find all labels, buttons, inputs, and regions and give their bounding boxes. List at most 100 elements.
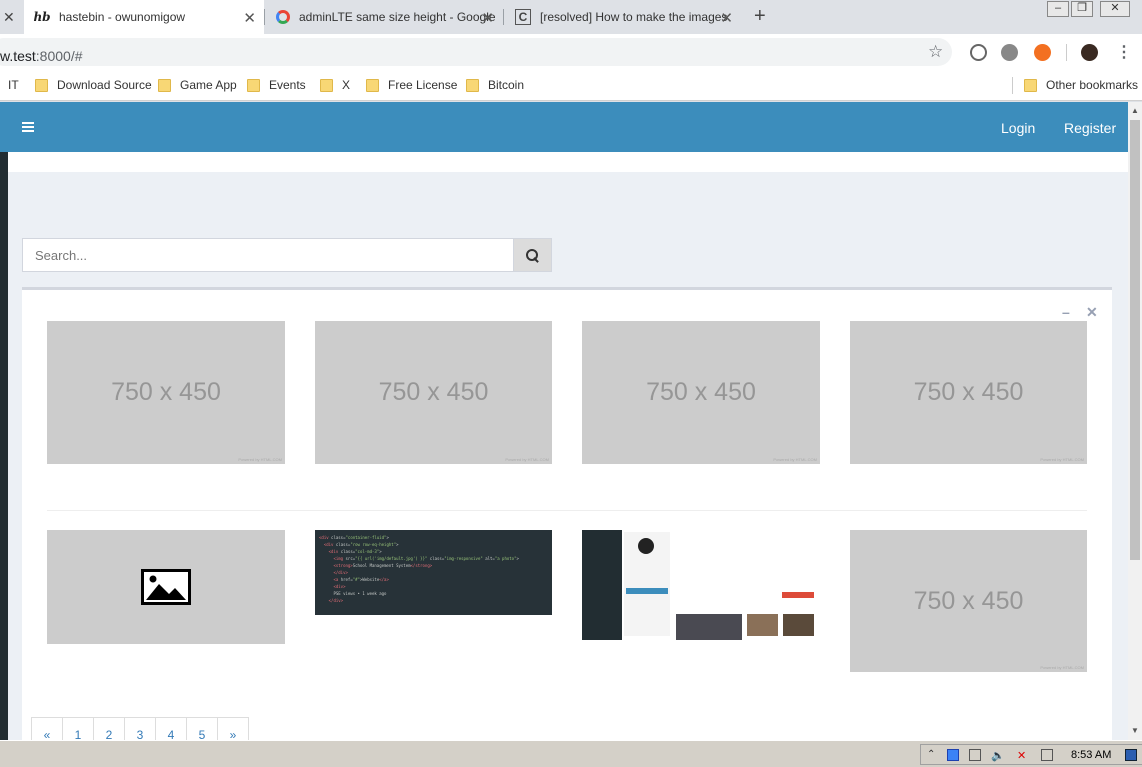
collapse-icon[interactable]: –: [1062, 304, 1070, 320]
gallery-image[interactable]: 750 x 450 Powered by HTML.COM: [850, 530, 1087, 672]
restore-icon[interactable]: ❐: [1071, 1, 1093, 17]
new-tab-icon[interactable]: +: [754, 5, 766, 28]
gallery-image[interactable]: 750 x 450 Powered by HTML.COM: [47, 321, 285, 464]
page-1[interactable]: 1: [62, 717, 94, 740]
screenshot-sidebar: [582, 530, 622, 640]
page-2[interactable]: 2: [93, 717, 125, 740]
extension-film-icon[interactable]: [1001, 44, 1018, 61]
windows-taskbar: ⌃ 🔈 ✕ 8:53 AM: [0, 740, 1142, 767]
tray-device-icon[interactable]: [969, 749, 981, 761]
powered-by: Powered by HTML.COM: [1040, 665, 1084, 670]
other-bookmarks[interactable]: Other bookmarks: [1024, 78, 1138, 92]
bookmark-game-app[interactable]: Game App: [158, 78, 237, 92]
code-screenshot-image[interactable]: <div class="container-fluid"> <div class…: [315, 530, 552, 615]
close-box-icon[interactable]: ✕: [1086, 304, 1098, 321]
minimize-icon[interactable]: –: [1047, 1, 1069, 17]
tray-app-icon[interactable]: [947, 749, 959, 761]
bookmark-label: Events: [269, 78, 306, 92]
powered-by: Powered by HTML.COM: [1040, 457, 1084, 462]
dashboard-screenshot-image[interactable]: [582, 530, 820, 640]
close-tab-icon[interactable]: ✕: [481, 9, 494, 27]
bookmark-events[interactable]: Events: [247, 78, 306, 92]
page-scrollbar[interactable]: ▲ ▼: [1128, 102, 1142, 740]
page-next[interactable]: »: [217, 717, 249, 740]
placeholder-text: 750 x 450: [111, 378, 221, 406]
bookmark-bitcoin[interactable]: Bitcoin: [466, 78, 524, 92]
register-link[interactable]: Register: [1064, 120, 1116, 136]
tab-hastebin[interactable]: hb hastebin - owunomigow ✕: [24, 0, 264, 34]
url-text[interactable]: w.test:8000/#: [0, 48, 83, 64]
tab-title: hastebin - owunomigow: [59, 10, 186, 24]
volume-icon[interactable]: 🔈: [991, 749, 1005, 762]
tray-monitor-icon[interactable]: [1041, 749, 1053, 761]
bookmark-it[interactable]: IT: [8, 78, 19, 92]
page-content: Login Register – ✕ 750 x 450 Powered by …: [0, 102, 1128, 740]
screenshot-photo: [783, 614, 814, 636]
bookmark-star-icon[interactable]: ☆: [928, 42, 943, 62]
address-bar: w.test:8000/# ☆ ⋮: [0, 34, 1142, 70]
placeholder-text: 750 x 450: [913, 586, 1024, 615]
url-host: w.test: [0, 48, 36, 64]
scroll-thumb[interactable]: [1130, 120, 1140, 560]
pagination: « 1 2 3 4 5 »: [31, 717, 249, 740]
hamburger-menu-icon[interactable]: [22, 122, 34, 134]
tab-divider: [503, 9, 504, 25]
bookmark-x[interactable]: X: [320, 78, 350, 92]
tab-google[interactable]: adminLTE same size height - Google ✕: [266, 0, 502, 34]
code-line: <div>: [333, 584, 346, 589]
browser-menu-icon[interactable]: ⋮: [1116, 42, 1132, 62]
scroll-down-icon[interactable]: ▼: [1131, 726, 1139, 735]
powered-by: Powered by HTML.COM: [773, 457, 817, 462]
window-close-icon[interactable]: ✕: [1100, 1, 1130, 17]
bookmark-download-source[interactable]: Download Source: [35, 78, 152, 92]
bookmarks-divider: [1012, 77, 1013, 94]
page-5[interactable]: 5: [186, 717, 218, 740]
search-form: [22, 238, 552, 272]
scroll-up-icon[interactable]: ▲: [1131, 106, 1139, 115]
screenshot-photo: [747, 614, 778, 636]
powered-by: Powered by HTML.COM: [505, 457, 549, 462]
folder-icon: [247, 78, 260, 92]
avatar[interactable]: [1081, 44, 1098, 61]
search-icon: [526, 248, 539, 262]
folder-icon: [158, 78, 171, 92]
search-input[interactable]: [22, 238, 514, 272]
close-icon[interactable]: ✕: [3, 9, 15, 26]
screenshot-photo: [676, 614, 742, 640]
gallery-image[interactable]: [47, 530, 285, 644]
tab-divider: [264, 9, 265, 25]
gallery-image[interactable]: 750 x 450 Powered by HTML.COM: [850, 321, 1087, 464]
close-tab-icon[interactable]: ✕: [243, 9, 256, 27]
page-3[interactable]: 3: [124, 717, 156, 740]
folder-icon: [366, 78, 379, 92]
page-prev[interactable]: «: [31, 717, 63, 740]
system-clock[interactable]: 8:53 AM: [1071, 749, 1111, 761]
screenshot-button: [626, 588, 668, 594]
close-tab-icon[interactable]: ✕: [720, 9, 733, 27]
extension-flame-icon[interactable]: [1034, 44, 1051, 61]
bookmark-label: X: [342, 78, 351, 92]
code-line: <div class="container-fluid">: [319, 535, 389, 540]
search-button[interactable]: [513, 238, 552, 272]
network-error-icon[interactable]: ✕: [1017, 749, 1029, 762]
folder-icon: [35, 78, 48, 92]
content-header: [8, 152, 1128, 172]
bookmark-label: Bitcoin: [488, 78, 525, 92]
bookmarks-bar: IT Download Source Game App Events X Fre…: [0, 70, 1142, 101]
code-line: </div>: [328, 598, 344, 603]
extension-icon[interactable]: [970, 44, 987, 61]
url-path: :8000/#: [35, 48, 83, 64]
login-link[interactable]: Login: [1001, 120, 1035, 136]
code-line: </div>: [333, 570, 348, 575]
gallery-image[interactable]: 750 x 450 Powered by HTML.COM: [315, 321, 552, 464]
google-icon: [276, 9, 290, 25]
tab-title: adminLTE same size height - Google: [299, 10, 496, 24]
bookmark-free-license[interactable]: Free License: [366, 78, 457, 92]
gallery-image[interactable]: 750 x 450 Powered by HTML.COM: [582, 321, 820, 464]
page-4[interactable]: 4: [155, 717, 187, 740]
code-line: <strong>School Management System</strong…: [333, 563, 433, 568]
tab-resolved[interactable]: C [resolved] How to make the images ✕: [505, 0, 741, 34]
tray-expand-icon[interactable]: ⌃: [927, 749, 939, 761]
omnibox[interactable]: w.test:8000/#: [0, 38, 952, 66]
show-desktop-icon[interactable]: [1125, 749, 1137, 761]
